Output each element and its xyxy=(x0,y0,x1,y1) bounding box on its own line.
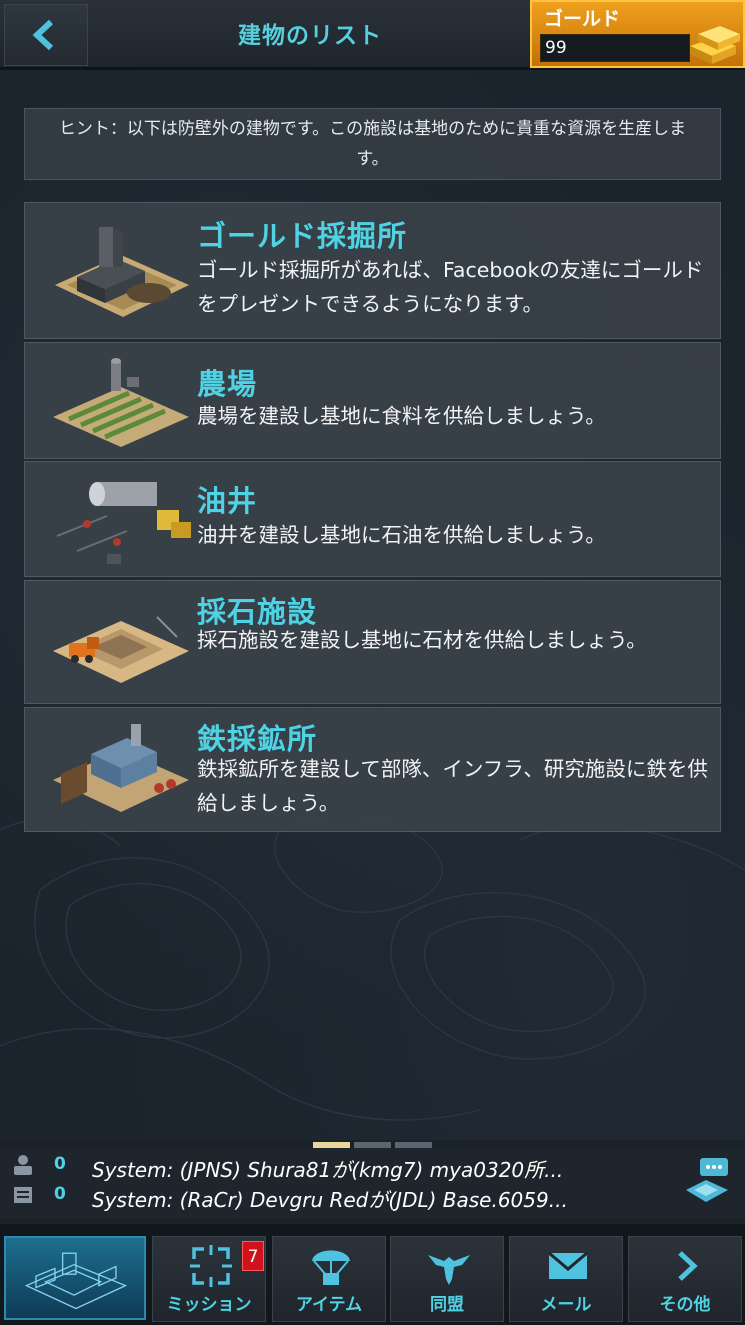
building-card-oil-well[interactable]: 油井 油井を建設し基地に石油を供給しましょう。 xyxy=(24,461,721,577)
building-name: ゴールド採掘所 xyxy=(197,219,408,253)
building-card-farm[interactable]: 農場 農場を建設し基地に食料を供給しましょう。 xyxy=(24,342,721,459)
back-arrow-icon xyxy=(32,19,54,51)
building-description: ゴールド採掘所があれば、Facebookの友達にゴールドをプレゼントできるように… xyxy=(197,258,704,316)
base-icon xyxy=(24,1252,128,1310)
players-count: 0 xyxy=(54,1154,66,1174)
top-header: 建物のリスト ゴールド 99 xyxy=(0,0,745,70)
building-name: 油井 xyxy=(197,484,258,518)
tab-mail[interactable]: メール xyxy=(509,1236,623,1322)
tab-label: アイテム xyxy=(295,1295,363,1315)
quarry-thumbnail-icon xyxy=(53,616,189,683)
gold-panel[interactable]: ゴールド 99 xyxy=(530,0,745,68)
player-icon xyxy=(14,1155,32,1175)
farm-thumbnail-icon xyxy=(53,358,189,447)
chat-message: System: (RaCr) Devgru Redが(JDL) Base.605… xyxy=(92,1188,568,1212)
bottom-nav: ミッション アイテム 同盟 メール その他 xyxy=(0,1224,745,1325)
message-icon xyxy=(14,1187,32,1203)
tab-label: ミッション xyxy=(166,1295,252,1315)
building-description: 採石施設を建設し基地に石材を供給しましょう。 xyxy=(197,628,647,652)
tab-more[interactable]: その他 xyxy=(628,1236,742,1322)
crosshair-icon xyxy=(190,1245,232,1287)
tab-alliance[interactable]: 同盟 xyxy=(390,1236,504,1322)
building-card-gold-mine[interactable]: ゴールド採掘所 ゴールド採掘所があれば、Facebookの友達にゴールドをプレゼ… xyxy=(24,202,721,339)
tab-label: メール xyxy=(540,1295,592,1315)
building-card-iron-mine[interactable]: 鉄採鉱所 鉄採鉱所を建設して部隊、インフラ、研究施設に鉄を供給しましょう。 xyxy=(24,707,721,832)
back-button[interactable] xyxy=(4,4,88,66)
messages-count: 0 xyxy=(54,1184,66,1204)
chat-bar[interactable]: 0 System: (JPNS) Shura81が(kmg7) mya0320所… xyxy=(0,1148,745,1218)
mail-icon xyxy=(548,1251,588,1279)
gold-value-field: 99 xyxy=(540,34,690,62)
base-button[interactable] xyxy=(4,1236,146,1320)
tab-label: 同盟 xyxy=(430,1295,464,1315)
iron-mine-thumbnail-icon xyxy=(53,724,189,812)
gold-value: 99 xyxy=(545,38,567,58)
chevron-right-icon xyxy=(678,1251,698,1281)
eagle-icon xyxy=(428,1255,470,1285)
building-description: 油井を建設し基地に石油を供給しましょう。 xyxy=(197,523,606,547)
chat-message: System: (JPNS) Shura81が(kmg7) mya0320所..… xyxy=(92,1158,564,1182)
gold-bars-icon xyxy=(690,26,740,64)
gold-label: ゴールド xyxy=(544,8,621,30)
hint-box: ヒント：以下は防壁外の建物です。この施設は基地のために貴重な資源を生産します。 xyxy=(24,108,721,180)
building-name: 農場 xyxy=(197,367,258,401)
mission-badge: 7 xyxy=(242,1241,264,1271)
building-description: 鉄採鉱所を建設して部隊、インフラ、研究施設に鉄を供給しましょう。 xyxy=(197,757,708,815)
parachute-icon xyxy=(312,1250,350,1285)
oil-well-thumbnail-icon xyxy=(56,482,191,564)
tab-items[interactable]: アイテム xyxy=(272,1236,386,1322)
building-card-quarry[interactable]: 採石施設 採石施設を建設し基地に石材を供給しましょう。 xyxy=(24,580,721,704)
gold-mine-thumbnail-icon xyxy=(55,227,189,317)
page-title: 建物のリスト xyxy=(238,23,382,49)
building-description: 農場を建設し基地に食料を供給しましょう。 xyxy=(197,404,606,428)
chat-open-icon[interactable] xyxy=(684,1156,730,1204)
tab-label: その他 xyxy=(659,1295,711,1315)
